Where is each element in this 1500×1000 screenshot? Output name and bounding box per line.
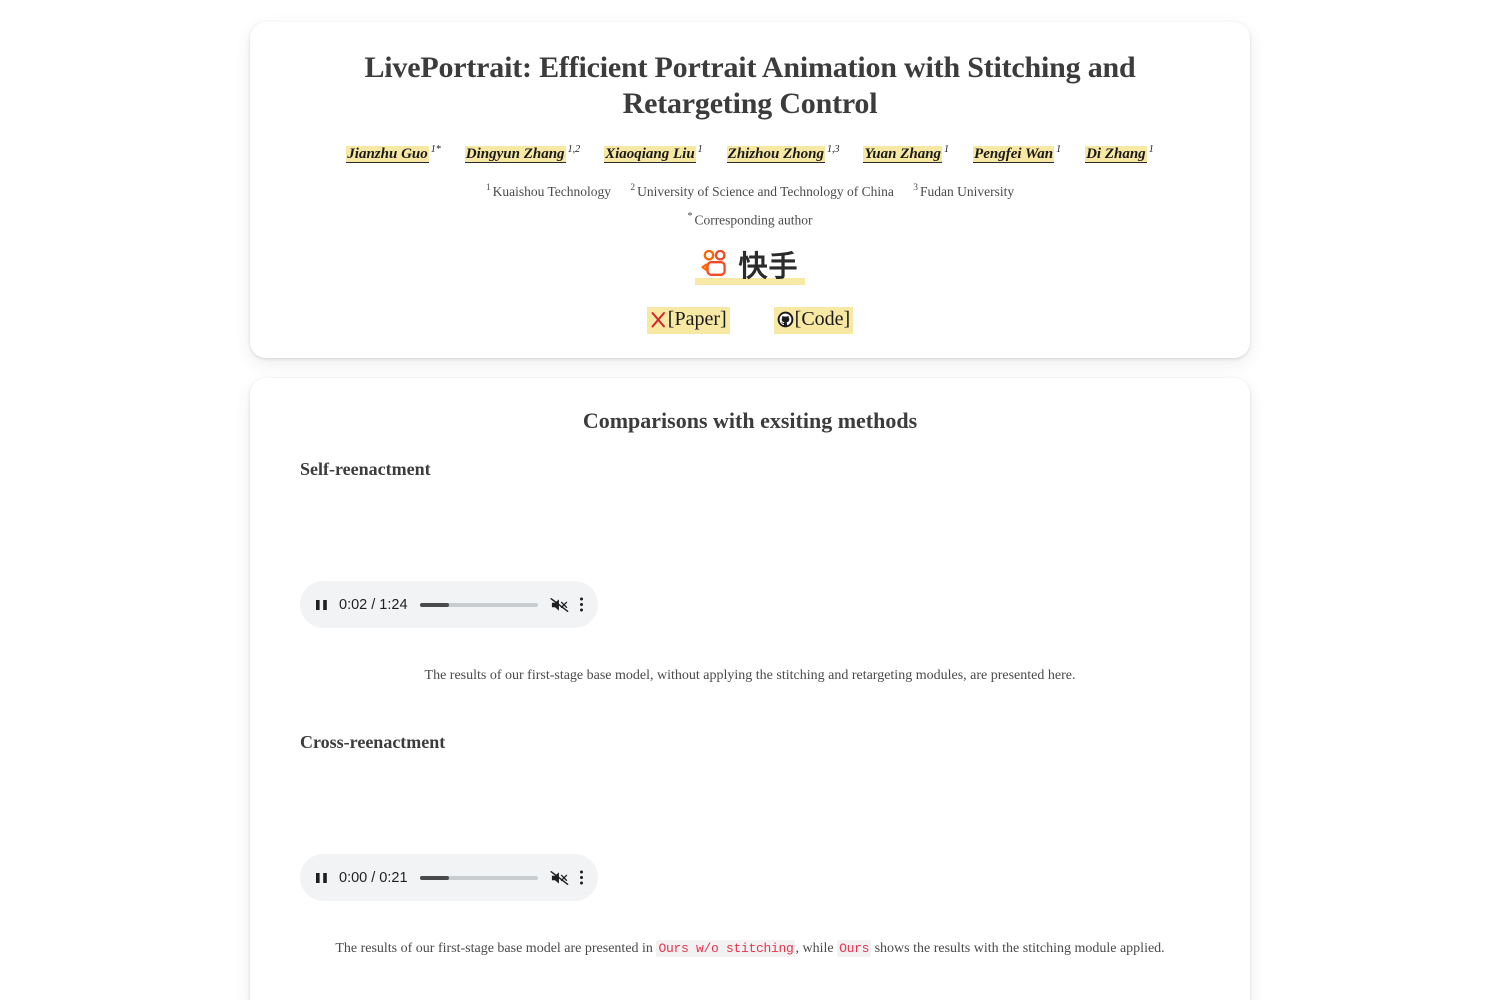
sponsor-logo-row: 快手 bbox=[250, 228, 1250, 285]
affiliation-item: 2 University of Science and Technology of… bbox=[630, 183, 894, 199]
more-vertical-icon[interactable] bbox=[579, 596, 584, 613]
author-name[interactable]: Zhizhou Zhong bbox=[726, 146, 825, 163]
progress-bar-fill bbox=[419, 602, 450, 607]
self-reenactment-video-block: 0:02 / 1:24 bbox=[250, 480, 1250, 628]
cross-reenactment-video-surface[interactable] bbox=[300, 753, 598, 855]
comparisons-card: Comparisons with exsiting methods Self-r… bbox=[250, 378, 1250, 1000]
volume-muted-icon[interactable] bbox=[550, 869, 569, 887]
cross-reenactment-video-block: 0:00 / 0:21 bbox=[250, 753, 1250, 902]
code-link-label: [Code] bbox=[794, 308, 851, 330]
author-affiliation-sup: 1* bbox=[430, 144, 441, 155]
caption-text: The results of our first-stage base mode… bbox=[424, 668, 1076, 683]
caption-text: , while bbox=[795, 941, 838, 957]
caption-code-ours-wo-stitching: Ours w/o stitching bbox=[656, 940, 796, 958]
paper-link-label: [Paper] bbox=[667, 308, 727, 330]
caption-text: shows the results with the stitching mod… bbox=[871, 941, 1165, 957]
author-name[interactable]: Pengfei Wan bbox=[973, 146, 1055, 163]
arxiv-x-icon bbox=[650, 310, 667, 329]
volume-muted-icon[interactable] bbox=[550, 596, 569, 614]
affiliation-number: 3 bbox=[913, 183, 919, 193]
caption-text: The results of our first-stage base mode… bbox=[335, 941, 657, 957]
more-vertical-icon[interactable] bbox=[579, 869, 584, 886]
author-name[interactable]: Yuan Zhang bbox=[863, 146, 943, 163]
affiliation-name: University of Science and Technology of … bbox=[637, 183, 894, 199]
author-name[interactable]: Jianzhu Guo bbox=[346, 146, 429, 163]
author-item: Dingyun Zhang 1,2 bbox=[464, 144, 581, 163]
self-reenactment-player-controls: 0:02 / 1:24 bbox=[300, 581, 598, 628]
kuaishou-logo-icon bbox=[701, 249, 731, 282]
cross-reenactment-caption: The results of our first-stage base mode… bbox=[250, 901, 1250, 959]
corresponding-author-note: * Corresponding author bbox=[250, 200, 1250, 229]
resource-links: [Paper] [Code] bbox=[250, 285, 1250, 334]
progress-bar[interactable] bbox=[419, 602, 538, 607]
github-icon bbox=[777, 310, 794, 329]
kuaishou-logo[interactable]: 快手 bbox=[695, 248, 805, 285]
affiliation-name: Kuaishou Technology bbox=[492, 183, 612, 199]
pause-icon[interactable] bbox=[314, 870, 329, 886]
corresponding-marker: * bbox=[687, 210, 693, 222]
subsection-cross-reenactment: Cross-reenactment bbox=[300, 732, 446, 753]
progress-bar-fill bbox=[419, 875, 450, 880]
affiliation-name: Fudan University bbox=[920, 183, 1015, 199]
self-reenactment-video-surface[interactable] bbox=[300, 480, 598, 581]
author-name[interactable]: Xiaoqiang Liu bbox=[604, 146, 696, 163]
affiliation-item: 1 Kuaishou Technology bbox=[485, 183, 612, 199]
time-display: 0:00 / 0:21 bbox=[339, 869, 408, 886]
subsection-self-reenactment: Self-reenactment bbox=[300, 459, 431, 479]
paper-link[interactable]: [Paper] bbox=[646, 307, 730, 334]
affiliation-list: 1 Kuaishou Technology 2 University of Scie… bbox=[250, 163, 1250, 200]
corresponding-text: Corresponding author bbox=[694, 212, 813, 227]
cross-reenactment-player-controls: 0:00 / 0:21 bbox=[300, 854, 598, 902]
page-title: LivePortrait: Efficient Portrait Animati… bbox=[364, 51, 1136, 120]
author-item: Pengfei Wan 1 bbox=[973, 144, 1061, 163]
author-name[interactable]: Di Zhang bbox=[1085, 146, 1147, 163]
caption-code-ours: Ours bbox=[837, 940, 872, 958]
author-list: Jianzhu Guo 1* Dingyun Zhang 1,2 Xiaoqiang… bbox=[250, 122, 1250, 163]
author-affiliation-sup: 1 bbox=[944, 144, 950, 155]
author-item: Yuan Zhang 1 bbox=[863, 144, 949, 163]
paper-header-card: LivePortrait: Efficient Portrait Animati… bbox=[250, 22, 1250, 358]
author-affiliation-sup: 1 bbox=[1148, 144, 1154, 155]
author-affiliation-sup: 1 bbox=[697, 144, 703, 155]
author-item: Jianzhu Guo 1* bbox=[346, 144, 441, 163]
progress-bar[interactable] bbox=[419, 875, 538, 880]
affiliation-number: 1 bbox=[485, 183, 491, 193]
affiliation-number: 2 bbox=[630, 183, 636, 193]
section-title: Comparisons with exsiting methods bbox=[582, 408, 918, 433]
affiliation-item: 3 Fudan University bbox=[913, 183, 1015, 199]
author-affiliation-sup: 1,2 bbox=[567, 144, 581, 155]
author-affiliation-sup: 1,3 bbox=[826, 144, 840, 155]
author-affiliation-sup: 1 bbox=[1056, 144, 1062, 155]
author-item: Xiaoqiang Liu 1 bbox=[604, 144, 703, 163]
self-reenactment-caption: The results of our first-stage base mode… bbox=[250, 628, 1250, 686]
kuaishou-logo-text: 快手 bbox=[738, 248, 799, 283]
page-root: LivePortrait: Efficient Portrait Animati… bbox=[0, 0, 1500, 1000]
time-display: 0:02 / 1:24 bbox=[339, 596, 408, 613]
author-item: Zhizhou Zhong 1,3 bbox=[726, 144, 840, 163]
author-name[interactable]: Dingyun Zhang bbox=[464, 146, 566, 163]
code-link[interactable]: [Code] bbox=[773, 307, 854, 334]
pause-icon[interactable] bbox=[314, 597, 329, 613]
author-item: Di Zhang 1 bbox=[1085, 144, 1154, 163]
